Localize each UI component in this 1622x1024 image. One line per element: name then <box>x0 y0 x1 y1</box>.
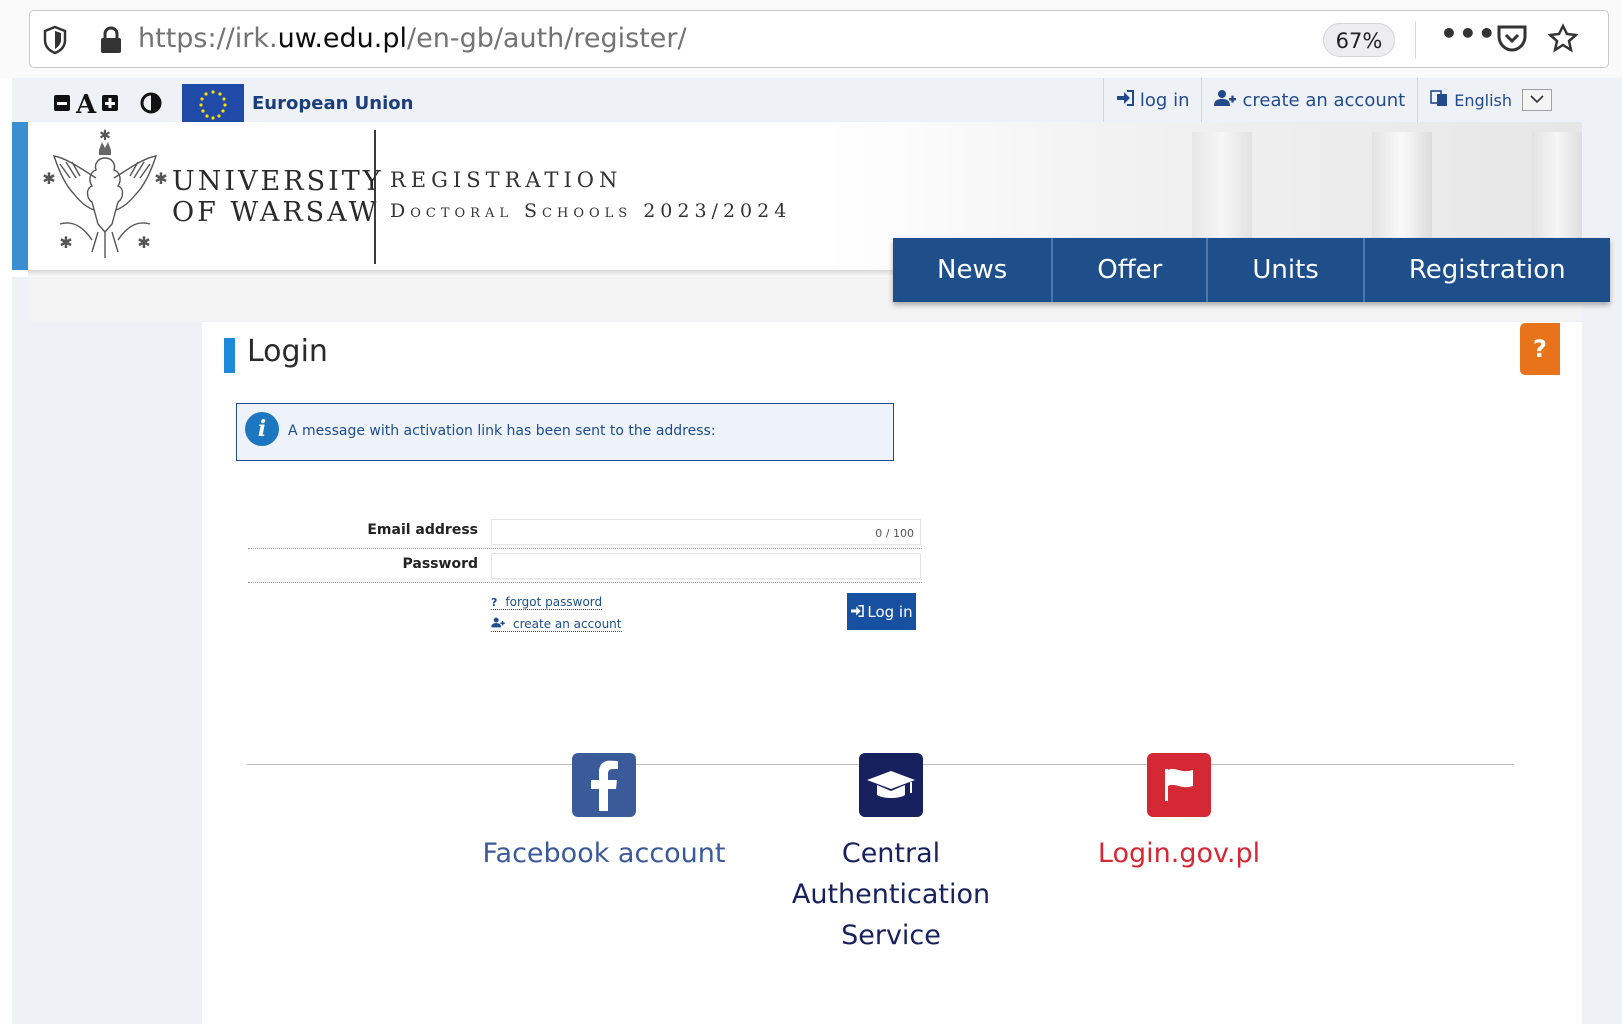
info-message-text: A message with activation link has been … <box>288 423 716 439</box>
facebook-label: Facebook account <box>482 838 726 869</box>
cas-label: Central Authentication Service <box>791 838 991 951</box>
password-label: Password <box>402 556 478 572</box>
top-create-account-link[interactable]: create an account <box>1201 78 1417 122</box>
url-domain: uw.edu.pl <box>277 23 407 54</box>
create-account-link[interactable]: create an account <box>491 617 622 632</box>
uni-name-line1: UNIVERSITY <box>172 166 384 197</box>
url-text[interactable]: https://irk.uw.edu.pl/en-gb/auth/registe… <box>138 23 687 54</box>
site: A European Union log in create an accoun… <box>12 78 1622 1024</box>
forgot-password-link[interactable]: ? forgot password <box>491 595 603 610</box>
password-row: Password <box>248 551 922 583</box>
create-account-label: create an account <box>1242 89 1406 111</box>
browser-toolbar: https://irk.uw.edu.pl/en-gb/auth/registe… <box>0 0 1622 78</box>
zoom-level[interactable]: 67% <box>1323 23 1395 57</box>
password-field[interactable] <box>491 553 921 579</box>
contrast-icon[interactable] <box>140 92 162 118</box>
uni-name-line2: OF WARSAW <box>172 197 380 228</box>
lock-icon[interactable] <box>98 25 124 59</box>
language-icon <box>1430 89 1448 111</box>
svg-text:✱: ✱ <box>99 128 111 144</box>
info-icon: i <box>245 412 279 446</box>
page-title: Login <box>247 334 328 369</box>
nav-registration[interactable]: Registration <box>1365 238 1610 302</box>
log-in-button[interactable]: Log in <box>847 593 916 630</box>
cas-login[interactable]: Central Authentication Service <box>761 753 1021 956</box>
log-in-button-label: Log in <box>867 602 913 621</box>
header-divider <box>374 130 376 264</box>
eu-label: European Union <box>252 93 414 114</box>
registration-subtitle: Doctoral Schools 2023/2024 <box>390 200 792 222</box>
facebook-login[interactable]: Facebook account <box>474 753 734 874</box>
svg-text:✱: ✱ <box>59 233 72 252</box>
question-icon: ? <box>491 595 498 609</box>
nav-news[interactable]: News <box>893 238 1054 302</box>
sign-in-icon <box>1116 89 1134 111</box>
user-menu: log in create an account English <box>1102 78 1564 122</box>
facebook-icon <box>572 753 636 817</box>
user-plus-icon <box>491 617 505 631</box>
forgot-password-label: forgot password <box>505 595 603 609</box>
email-field[interactable]: 0 / 100 <box>491 519 921 545</box>
top-log-in-link[interactable]: log in <box>1102 78 1202 122</box>
language-selector[interactable]: English <box>1417 78 1564 122</box>
main-content: Login i A message with activation link h… <box>202 322 1582 1024</box>
bookmark-star-icon[interactable] <box>1547 23 1579 57</box>
accent-bar <box>12 122 28 270</box>
chevron-down-icon[interactable] <box>1522 89 1552 111</box>
accessibility-tools: A <box>54 90 162 120</box>
nav-offer[interactable]: Offer <box>1053 238 1209 302</box>
divider <box>1415 21 1416 59</box>
url-prefix: https://irk. <box>138 23 278 54</box>
nav-units[interactable]: Units <box>1208 238 1365 302</box>
svg-text:✱: ✱ <box>154 169 167 188</box>
auth-links: ? forgot password create an account <box>491 595 622 639</box>
registration-title: REGISTRATION <box>390 168 623 192</box>
email-label: Email address <box>367 522 478 538</box>
main-navigation: News Offer Units Registration <box>893 238 1610 302</box>
info-message-box: i A message with activation link has bee… <box>236 403 894 461</box>
login-gov-login[interactable]: Login.gov.pl <box>1049 753 1309 874</box>
log-in-label: log in <box>1139 89 1190 111</box>
title-accent-bar <box>224 338 235 373</box>
university-eagle-logo-icon[interactable]: ✱ ✱ ✱ ✱ ✱ <box>40 128 170 266</box>
page-actions-menu-icon[interactable]: ••• <box>1440 17 1497 50</box>
shield-icon[interactable] <box>42 25 68 59</box>
pocket-icon[interactable] <box>1496 23 1528 57</box>
address-bar[interactable]: https://irk.uw.edu.pl/en-gb/auth/registe… <box>29 10 1609 68</box>
flag-icon <box>1147 753 1211 817</box>
user-plus-icon <box>1214 89 1237 112</box>
login-gov-label: Login.gov.pl <box>1097 838 1261 869</box>
svg-text:✱: ✱ <box>42 169 55 188</box>
font-decrease-icon[interactable] <box>54 95 70 115</box>
create-account-label: create an account <box>513 617 622 631</box>
language-label: English <box>1454 90 1512 110</box>
font-increase-icon[interactable] <box>102 95 119 115</box>
font-size-icon[interactable]: A <box>76 90 96 120</box>
svg-text:✱: ✱ <box>137 233 150 252</box>
email-row: Email address 0 / 100 <box>248 517 922 549</box>
university-name[interactable]: UNIVERSITY OF WARSAW <box>172 166 384 228</box>
email-char-counter: 0 / 100 <box>875 527 914 540</box>
top-utility-bar: A European Union log in create an accoun… <box>12 78 1622 124</box>
eu-flag-icon <box>182 84 244 124</box>
sign-in-icon <box>850 603 865 621</box>
help-button[interactable]: ? <box>1520 323 1560 375</box>
url-path: /en-gb/auth/register/ <box>407 23 687 54</box>
graduation-cap-icon <box>859 753 923 817</box>
